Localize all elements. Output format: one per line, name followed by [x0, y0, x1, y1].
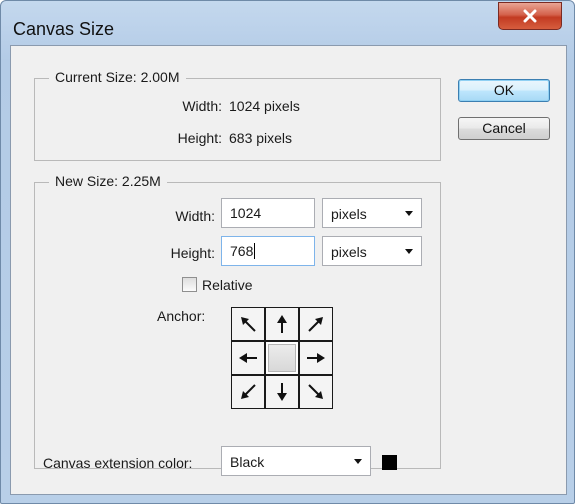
canvas-size-dialog: Canvas Size Current Size: 2.00M Width: 1… — [0, 0, 575, 504]
relative-label: Relative — [202, 277, 253, 293]
height-input[interactable]: 768 — [221, 236, 315, 266]
anchor-bottom-left[interactable] — [232, 376, 264, 408]
width-unit-value: pixels — [331, 206, 367, 222]
arrow-right-icon — [307, 353, 325, 363]
width-unit-select[interactable]: pixels — [322, 198, 422, 228]
arrow-up-icon — [277, 315, 287, 333]
arrow-down-left-icon — [241, 384, 256, 399]
current-width-label: Width: — [182, 98, 222, 114]
new-size-legend: New Size: 2.25M — [49, 173, 167, 189]
close-button[interactable] — [498, 2, 562, 30]
width-input[interactable]: 1024 — [221, 198, 315, 228]
title-bar: Canvas Size — [1, 1, 574, 49]
dialog-body: Current Size: 2.00M Width: 1024 pixels H… — [10, 45, 567, 495]
chevron-down-icon — [405, 249, 413, 254]
anchor-right[interactable] — [300, 342, 332, 374]
close-icon — [523, 9, 537, 23]
current-height-label: Height: — [177, 130, 222, 146]
arrow-left-icon — [239, 353, 257, 363]
arrow-up-left-icon — [241, 317, 256, 332]
cancel-button[interactable]: Cancel — [458, 117, 550, 140]
current-height-value: 683 pixels — [229, 130, 293, 146]
anchor-top-right[interactable] — [300, 308, 332, 340]
anchor-bottom[interactable] — [266, 376, 298, 408]
height-input-value: 768 — [230, 243, 254, 259]
chevron-down-icon — [405, 211, 413, 216]
anchor-top[interactable] — [266, 308, 298, 340]
anchor-center[interactable] — [266, 342, 298, 374]
extension-color-swatch[interactable] — [382, 455, 397, 470]
chevron-down-icon — [354, 459, 362, 464]
current-size-legend: Current Size: 2.00M — [49, 69, 186, 85]
extension-color-value: Black — [230, 454, 265, 470]
height-unit-value: pixels — [331, 244, 367, 260]
current-size-group: Current Size: 2.00M — [34, 69, 441, 161]
height-unit-select[interactable]: pixels — [322, 236, 422, 266]
arrow-down-right-icon — [308, 384, 323, 399]
anchor-grid — [231, 307, 333, 409]
text-caret — [254, 243, 256, 259]
width-input-value: 1024 — [230, 205, 262, 221]
current-width-value: 1024 pixels — [229, 98, 300, 114]
relative-checkbox[interactable] — [182, 277, 197, 292]
dialog-title: Canvas Size — [13, 19, 115, 39]
anchor-label: Anchor: — [157, 308, 206, 324]
new-height-label: Height: — [170, 245, 215, 261]
anchor-top-left[interactable] — [232, 308, 264, 340]
new-width-label: Width: — [175, 208, 215, 224]
extension-color-select[interactable]: Black — [221, 446, 371, 476]
anchor-left[interactable] — [232, 342, 264, 374]
extension-color-label: Canvas extension color: — [43, 455, 193, 471]
arrow-up-right-icon — [308, 317, 323, 332]
arrow-down-icon — [277, 383, 287, 401]
ok-button[interactable]: OK — [458, 79, 550, 102]
anchor-bottom-right[interactable] — [300, 376, 332, 408]
